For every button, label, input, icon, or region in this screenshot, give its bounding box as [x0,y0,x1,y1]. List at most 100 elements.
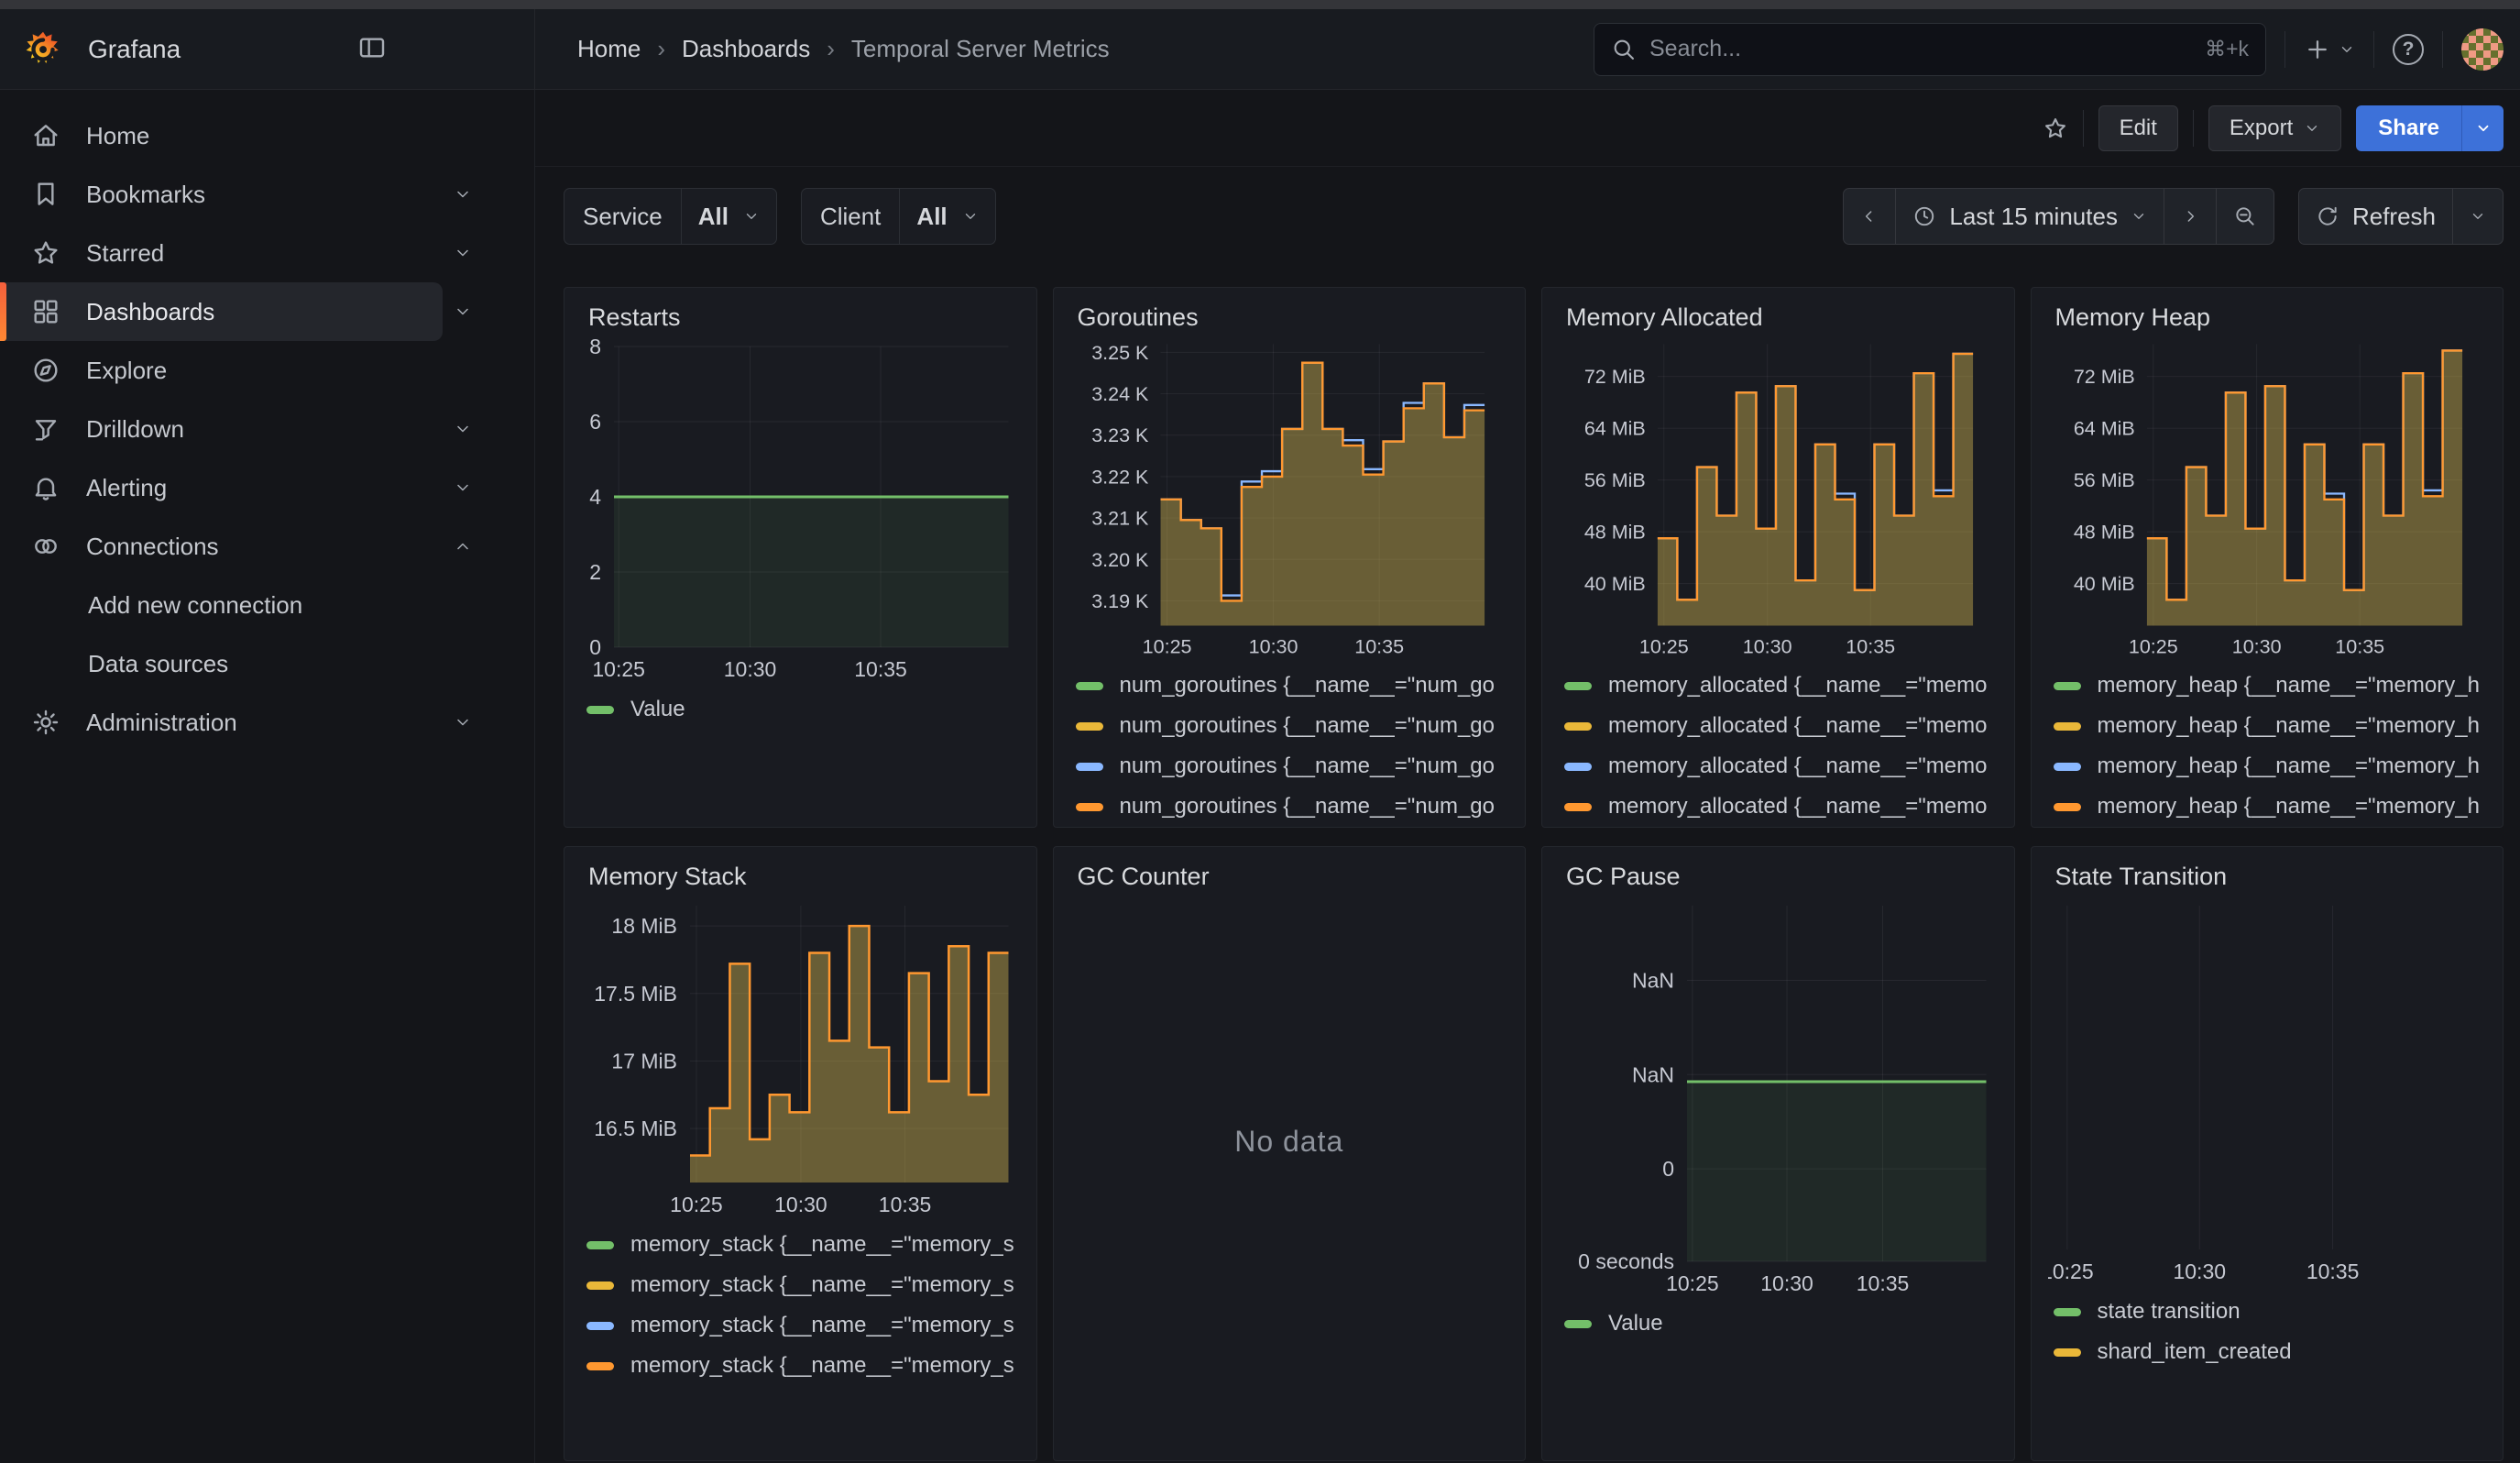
refresh-interval-button[interactable] [2452,189,2503,244]
sidebar-item-connections[interactable]: Connections [0,517,443,576]
share-menu-button[interactable] [2461,105,2504,151]
service-filter[interactable]: Service All [564,188,777,245]
legend-item[interactable]: memory_stack {__name__="memory_s [581,1265,1020,1305]
gear-icon [31,708,60,737]
legend-item[interactable]: memory_heap {__name__="memory_h [2048,786,2487,827]
search-box[interactable]: ⌘+k [1594,23,2266,76]
sidebar-item-bookmarks[interactable]: Bookmarks [0,165,443,224]
panel-title[interactable]: Restarts [581,299,1020,337]
chevron-down-icon [2304,120,2320,137]
legend-item[interactable]: state transition [2048,1292,2487,1332]
legend-item[interactable]: memory_stack {__name__="memory_s [581,1225,1020,1265]
panel-title[interactable]: State Transition [2048,858,2487,896]
legend-item[interactable]: memory_heap {__name__="memory_h [2048,666,2487,706]
panel-title[interactable]: Memory Heap [2048,299,2487,336]
legend-swatch [1564,763,1592,771]
dashboard-actions-bar: Edit Export Share [535,90,2520,167]
legend-item[interactable]: memory_allocated {__name__="memo [1559,786,1998,827]
time-range-picker[interactable]: Last 15 minutes [1895,189,2164,244]
legend-item[interactable]: memory_allocated {__name__="memo [1559,706,1998,746]
legend-item[interactable]: memory_heap {__name__="memory_h [2048,706,2487,746]
svg-text:56 MiB: 56 MiB [2073,469,2134,491]
memory-heap-chart[interactable]: 72 MiB64 MiB56 MiB48 MiB40 MiB10:2510:30… [2048,336,2487,660]
panel-title[interactable]: Memory Allocated [1559,299,1998,336]
sidebar-expand-drilldown[interactable] [443,420,483,438]
share-button[interactable]: Share [2356,105,2461,151]
divider [2373,31,2374,68]
legend-item[interactable]: memory_stack {__name__="memory_s [581,1305,1020,1346]
search-input[interactable] [1649,36,2192,62]
legend-item[interactable]: memory_stack {__name__="memory_s [581,1346,1020,1386]
sidebar-item-label: Dashboards [86,298,214,326]
export-button[interactable]: Export [2208,105,2341,151]
time-range-label: Last 15 minutes [1949,203,2118,231]
sidebar-item-data-sources[interactable]: Data sources [0,634,483,693]
sidebar-item-starred[interactable]: Starred [0,224,443,282]
legend-item[interactable]: num_goroutines {__name__="num_go [1070,706,1509,746]
sidebar-expand-dashboards[interactable] [443,302,483,321]
legend-item[interactable]: shard_item_created [2048,1332,2487,1372]
sidebar-item-home[interactable]: Home [0,106,483,165]
sidebar-expand-bookmarks[interactable] [443,185,483,204]
legend-item[interactable]: Value [581,689,1020,730]
breadcrumb-dashboards[interactable]: Dashboards [682,35,810,63]
zoom-out-button[interactable] [2216,189,2273,244]
panel-title[interactable]: Goroutines [1070,299,1509,336]
sidebar-toggle-button[interactable] [357,33,387,67]
breadcrumb-home[interactable]: Home [577,35,641,63]
sidebar-item-administration[interactable]: Administration [0,693,443,752]
panel-title[interactable]: GC Counter [1070,858,1509,896]
sidebar-collapse-connections[interactable] [443,537,483,556]
sidebar-item-dashboards[interactable]: Dashboards [0,282,443,341]
legend-item[interactable]: num_goroutines {__name__="num_go [1070,746,1509,786]
sidebar-item-add-new-connection[interactable]: Add new connection [0,576,483,634]
restarts-chart[interactable]: 8642010:2510:3010:35 [581,337,1020,684]
svg-text:10:35: 10:35 [2306,1260,2359,1283]
time-forward-button[interactable] [2164,189,2216,244]
legend-item[interactable]: num_goroutines {__name__="num_go [1070,666,1509,706]
svg-text:10:35: 10:35 [1857,1271,1910,1295]
legend-label: memory_allocated {__name__="memo [1608,673,1987,698]
panel-title[interactable]: GC Pause [1559,858,1998,896]
sidebar-item-alerting[interactable]: Alerting [0,458,443,517]
help-button[interactable]: ? [2393,34,2424,65]
legend-item[interactable]: Value [1559,1304,1998,1344]
sidebar-item-drilldown[interactable]: Drilldown [0,400,443,458]
legend-swatch [2054,1308,2081,1316]
state-transition-chart[interactable]: 10:2510:3010:35 [2048,896,2487,1286]
edit-button[interactable]: Edit [2098,105,2178,151]
client-filter[interactable]: Client All [801,188,996,245]
panel-title[interactable]: Memory Stack [581,858,1020,896]
memory-allocated-chart[interactable]: 72 MiB64 MiB56 MiB48 MiB40 MiB10:2510:30… [1559,336,1998,660]
chevron-down-icon [454,185,472,204]
memory-stack-chart[interactable]: 18 MiB17.5 MiB17 MiB16.5 MiB10:2510:3010… [581,896,1020,1219]
sidebar-item-explore[interactable]: Explore [0,341,483,400]
legend-item[interactable]: num_goroutines {__name__="num_go [1070,786,1509,827]
legend-label: memory_allocated {__name__="memo [1608,794,1987,820]
time-back-button[interactable] [1844,189,1895,244]
legend-label: memory_stack {__name__="memory_s [630,1353,1014,1379]
sidebar-expand-alerting[interactable] [443,478,483,497]
legend-item[interactable]: memory_heap {__name__="memory_h [2048,746,2487,786]
legend-item[interactable]: memory_allocated {__name__="memo [1559,666,1998,706]
add-new-button[interactable] [2304,36,2355,63]
svg-text:3.25 K: 3.25 K [1091,342,1149,364]
plus-icon [2304,36,2331,63]
sidebar-expand-administration[interactable] [443,713,483,732]
search-icon [1611,37,1637,62]
connections-icon [31,532,60,561]
gc-pause-chart[interactable]: NaNNaN00 seconds10:2510:3010:35 [1559,896,1998,1298]
refresh-button[interactable]: Refresh [2299,189,2452,244]
svg-text:10:25: 10:25 [2048,1260,2094,1283]
svg-text:10:25: 10:25 [1666,1271,1719,1295]
user-avatar[interactable] [2461,28,2504,71]
legend-label: memory_stack {__name__="memory_s [630,1313,1014,1338]
grafana-logo-icon[interactable] [24,30,62,69]
goroutines-chart[interactable]: 3.25 K3.24 K3.23 K3.22 K3.21 K3.20 K3.19… [1070,336,1509,660]
home-icon [31,121,60,150]
favorite-star-button[interactable] [2043,116,2068,141]
brand-name[interactable]: Grafana [88,35,181,64]
sidebar-expand-starred[interactable] [443,244,483,262]
legend-item[interactable]: memory_allocated {__name__="memo [1559,746,1998,786]
svg-text:2: 2 [589,560,601,584]
